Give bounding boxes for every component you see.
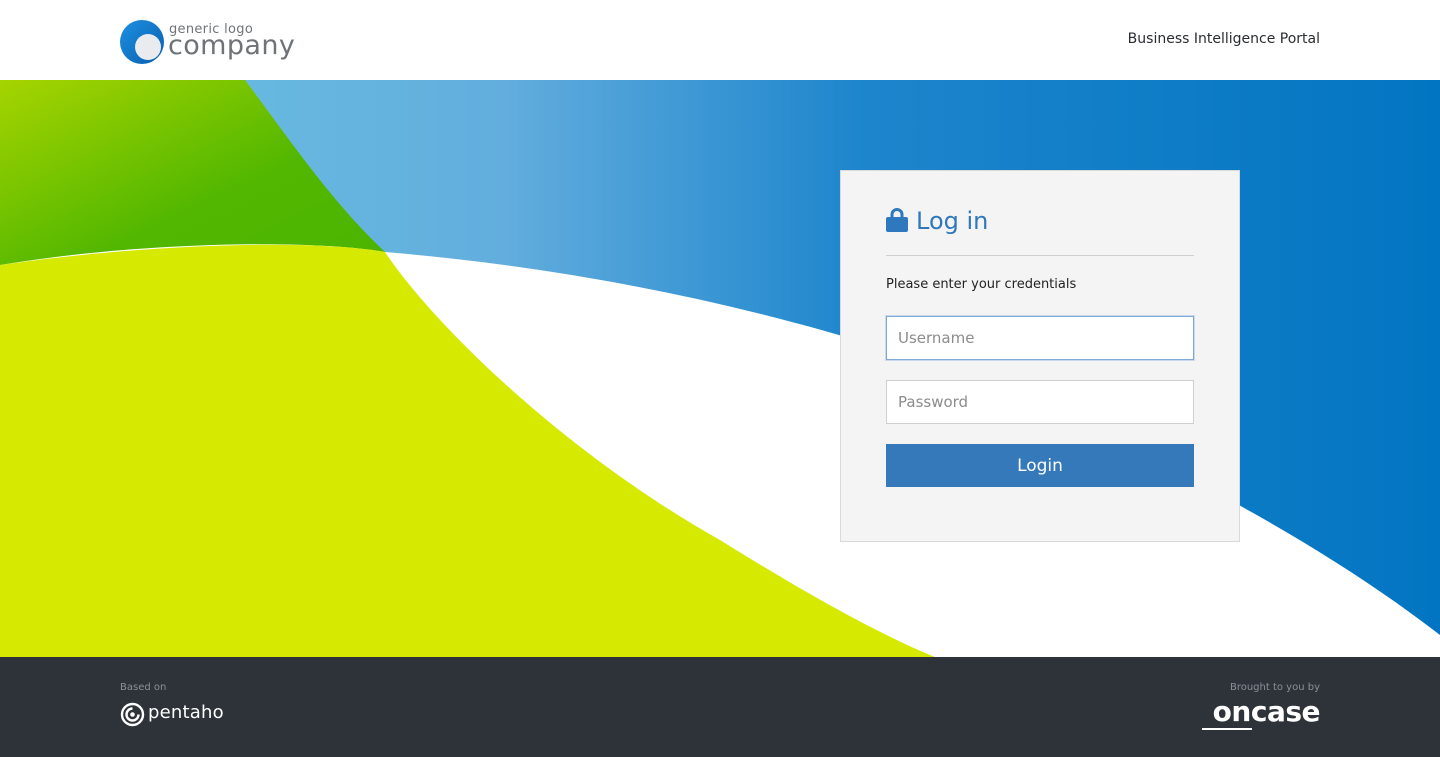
- lock-icon: [886, 208, 908, 232]
- login-card-header: Log in: [886, 205, 1194, 256]
- based-on-label: Based on: [120, 682, 167, 693]
- login-title: Log in: [916, 207, 989, 235]
- logo-big-text: company: [168, 30, 296, 61]
- footer: Based on pentaho Brought to you by oncas…: [0, 657, 1440, 757]
- login-card: Log in Please enter your credentials Log…: [840, 170, 1240, 542]
- brought-to-you-label: Brought to you by: [1229, 682, 1320, 693]
- logo-circle-icon: [120, 20, 164, 64]
- login-subtitle: Please enter your credentials: [886, 277, 1077, 292]
- portal-title: Business Intelligence Portal: [1127, 31, 1320, 47]
- pentaho-swirl-icon: [120, 702, 145, 727]
- pentaho-wordmark: pentaho: [148, 702, 224, 723]
- username-input[interactable]: [886, 316, 1194, 360]
- password-input[interactable]: [886, 380, 1194, 424]
- login-button[interactable]: Login: [886, 444, 1194, 487]
- oncase-underline: [1202, 728, 1252, 730]
- oncase-logo[interactable]: oncase: [1213, 695, 1321, 728]
- header: generic logo company Business Intelligen…: [0, 0, 1440, 80]
- pentaho-logo[interactable]: pentaho: [120, 701, 230, 729]
- company-logo[interactable]: generic logo company: [120, 18, 310, 66]
